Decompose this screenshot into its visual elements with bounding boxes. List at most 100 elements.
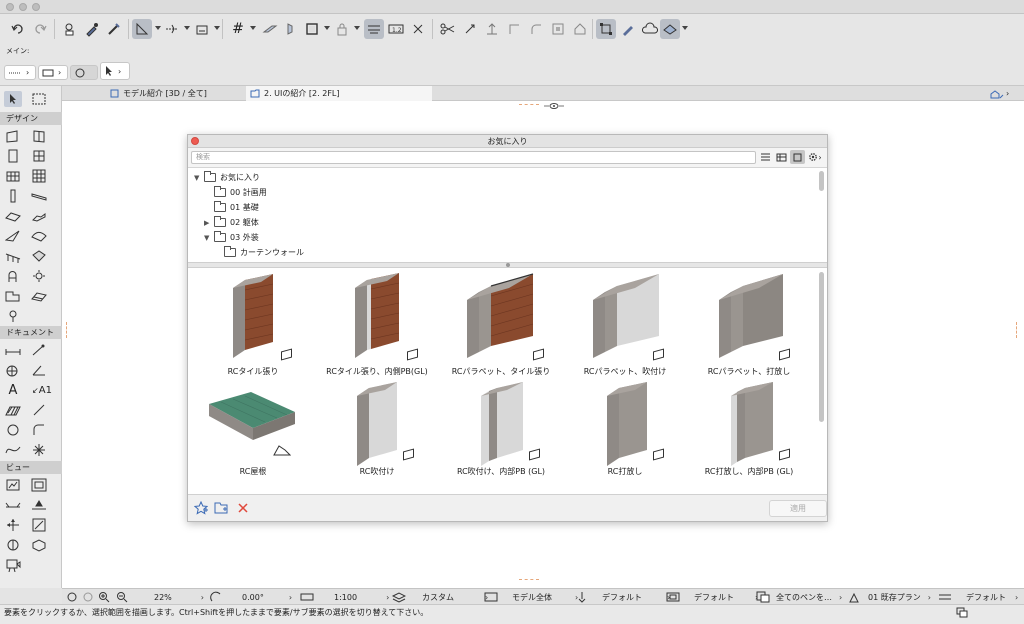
dimension-standard-icon[interactable] <box>666 589 680 605</box>
favorite-item[interactable]: RCタイル張り <box>191 270 315 380</box>
new-folder-icon[interactable] <box>214 501 230 518</box>
favorite-item[interactable]: RCタイル張り、内側PB(GL) <box>315 270 439 380</box>
zone-tool-icon[interactable] <box>4 288 22 304</box>
pin-tool-icon[interactable] <box>4 308 22 324</box>
favorite-item[interactable]: RCパラペット、タイル張り <box>439 270 563 380</box>
chevron-down-icon[interactable] <box>324 26 330 30</box>
dimension-standard-selector[interactable]: デフォルト › <box>694 589 758 605</box>
favorite-item[interactable]: RCパラペット、吹付け <box>563 270 687 380</box>
redo-icon[interactable] <box>30 19 50 39</box>
walk-through-tool-icon[interactable] <box>4 557 22 573</box>
dimension-icon[interactable]: 1.2 <box>386 19 406 39</box>
geometry-method-selector[interactable]: › <box>4 65 36 80</box>
window-zoom-button[interactable] <box>32 3 40 11</box>
apply-button[interactable]: 適用 <box>769 500 827 517</box>
line-tool-icon[interactable] <box>30 402 48 418</box>
disclosure-down-icon[interactable]: ▼ <box>194 174 200 182</box>
tree-scrollbar[interactable] <box>819 171 824 191</box>
rotate-view-icon[interactable] <box>210 589 222 605</box>
detail-tool-icon[interactable] <box>30 517 48 533</box>
marquee-tool-icon[interactable] <box>30 91 48 107</box>
grid-scrollbar[interactable] <box>819 272 824 422</box>
eyedropper-icon[interactable] <box>82 19 102 39</box>
shape-selector[interactable]: › <box>38 65 68 80</box>
layer-combination-selector[interactable]: カスタム › <box>422 589 488 605</box>
favorite-item[interactable]: RC屋根 <box>191 382 315 492</box>
rotate-selector[interactable] <box>70 65 98 80</box>
tab-3d-model[interactable]: モデル紹介 [3D / 全て] <box>106 86 246 101</box>
layer-combination-icon[interactable] <box>392 589 406 605</box>
level-dimension-tool-icon[interactable] <box>4 362 22 378</box>
parallel-icon[interactable] <box>260 19 280 39</box>
slab-tool-icon[interactable] <box>4 208 22 224</box>
grid-element-tool-icon[interactable] <box>30 168 48 184</box>
structural-display-selector[interactable]: デフォルト › <box>966 589 1018 605</box>
chevron-down-icon[interactable] <box>214 26 220 30</box>
pointer-selector[interactable]: › <box>100 62 130 80</box>
undo-zoom-icon[interactable] <box>66 589 78 605</box>
tab-floor-plan[interactable]: 2. UIの紹介 [2. 2FL] <box>246 86 432 101</box>
perpendicular-icon[interactable] <box>280 19 300 39</box>
circle-tool-icon[interactable] <box>4 422 22 438</box>
tree-item-exterior[interactable]: ▼ 03 外装 <box>204 230 259 245</box>
suspend-groups-icon[interactable] <box>364 19 384 39</box>
offset-icon[interactable] <box>504 19 524 39</box>
trim-icon[interactable] <box>408 19 428 39</box>
fillet-icon[interactable] <box>526 19 546 39</box>
window-stack-icon[interactable] <box>956 607 968 624</box>
skylight-tool-icon[interactable] <box>4 168 22 184</box>
renovation-icon[interactable] <box>848 589 860 605</box>
zoom-out-icon[interactable] <box>116 589 128 605</box>
layer-frame-icon[interactable] <box>302 19 322 39</box>
tree-item-planning[interactable]: 00 計画用 <box>214 185 267 200</box>
pen-set-icon[interactable] <box>577 589 587 605</box>
override-selector[interactable]: 全てのペンを… › <box>776 589 842 605</box>
angle-dimension-tool-icon[interactable] <box>30 362 48 378</box>
redo-zoom-icon[interactable] <box>82 589 94 605</box>
scissors-icon[interactable] <box>438 19 458 39</box>
section-document[interactable]: ドキュメント <box>0 326 62 339</box>
pen-edit-icon[interactable] <box>618 19 638 39</box>
tree-item-structure[interactable]: ▶ 02 躯体 <box>204 215 259 230</box>
zoom-in-icon[interactable] <box>98 589 110 605</box>
tree-item-favorites[interactable]: ▼ お気に入り <box>194 170 260 185</box>
navigator-toggle[interactable]: › <box>990 87 1016 100</box>
favorite-item[interactable]: RC吹付け、内部PB (GL) <box>439 382 563 492</box>
tree-item-foundation[interactable]: 01 基礎 <box>214 200 259 215</box>
settings-gear-icon[interactable]: › <box>805 150 825 164</box>
roof-tool-icon[interactable] <box>4 228 22 244</box>
favorite-item[interactable]: RC打放し、内部PB (GL) <box>687 382 811 492</box>
railing-tool-icon[interactable] <box>4 248 22 264</box>
section-view[interactable]: ビュー <box>0 461 62 474</box>
shell-tool-icon[interactable] <box>30 228 48 244</box>
section-design[interactable]: デザイン <box>0 112 62 125</box>
scale-selector[interactable]: 1:100 › <box>334 589 389 605</box>
chevron-down-icon[interactable] <box>682 26 688 30</box>
arrow-tool-icon[interactable] <box>4 91 22 107</box>
window-minimize-button[interactable] <box>19 3 27 11</box>
node-edit-icon[interactable] <box>596 19 616 39</box>
arc-tool-icon[interactable] <box>30 422 48 438</box>
snap-points-icon[interactable] <box>192 19 212 39</box>
list-view-icon[interactable] <box>758 150 773 164</box>
house-icon[interactable] <box>570 19 590 39</box>
pen-set-selector[interactable]: デフォルト › <box>602 589 670 605</box>
eye-settings-icon[interactable] <box>60 19 80 39</box>
canvas-eye-icon[interactable] <box>543 102 565 112</box>
snap-guide-icon[interactable] <box>162 19 182 39</box>
guide-lines-icon[interactable] <box>132 19 152 39</box>
3d-document-tool-icon[interactable] <box>30 537 48 553</box>
favorites-search-input[interactable]: 検索 <box>191 151 756 164</box>
chevron-down-icon[interactable] <box>250 26 256 30</box>
add-favorite-icon[interactable] <box>193 500 209 518</box>
3d-view-icon[interactable] <box>660 19 680 39</box>
thumbnail-view-icon[interactable] <box>790 150 805 164</box>
scale-icon[interactable] <box>300 589 314 605</box>
hotspot-tool-icon[interactable] <box>30 442 48 458</box>
elevate-icon[interactable] <box>482 19 502 39</box>
undo-icon[interactable] <box>8 19 28 39</box>
radial-dimension-tool-icon[interactable] <box>30 342 48 358</box>
mesh-tool-icon[interactable] <box>30 288 48 304</box>
beam-tool-icon[interactable] <box>30 188 48 204</box>
lock-icon[interactable] <box>332 19 352 39</box>
